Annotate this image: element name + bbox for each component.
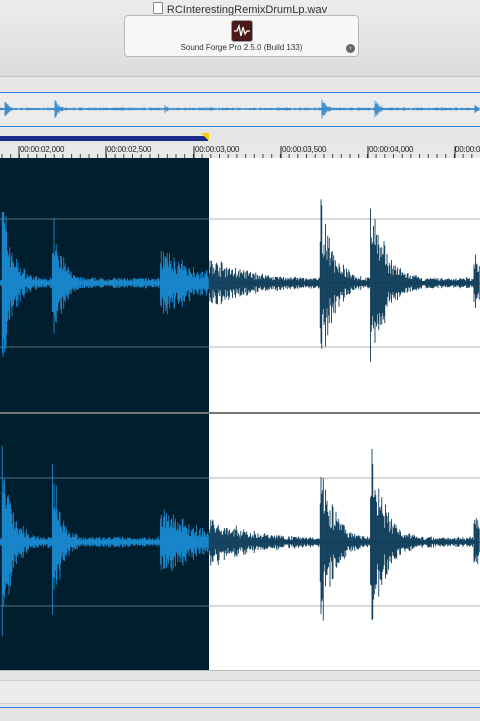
- channel-separator: [0, 412, 480, 414]
- bottom-divider: [0, 707, 480, 708]
- channel-left-waveform: [0, 199, 480, 362]
- ruler-label: 00:00:03,500: [282, 145, 327, 154]
- sound-forge-icon: [231, 20, 253, 42]
- overview-waveform-graphic: [0, 99, 480, 119]
- selection-range-bar[interactable]: [0, 136, 208, 141]
- ruler-label: 00:00:04,000: [369, 145, 414, 154]
- ruler-label: 00:00:03,000: [195, 145, 240, 154]
- ruler-label: 00:00:02,000: [20, 145, 65, 154]
- document-icon: [152, 2, 163, 14]
- overview-waveform[interactable]: [0, 92, 480, 127]
- status-panel: Sound Forge Pro 2.5.0 (Build 133) ›: [124, 15, 359, 57]
- ruler-label: 00:00:0: [455, 145, 480, 154]
- waveform-channels: [0, 199, 480, 637]
- horizontal-scrollbar[interactable]: [0, 680, 480, 704]
- channel-right-waveform: [0, 445, 480, 637]
- app-status-text: Sound Forge Pro 2.5.0 (Build 133): [180, 43, 303, 52]
- arrow-right-circle-icon[interactable]: ›: [346, 44, 355, 53]
- window-title: RCInterestingRemixDrumLp.wav: [0, 2, 480, 16]
- time-ruler[interactable]: 00:00:02,000 00:00:02,500 00:00:03,000 0…: [0, 144, 480, 159]
- ruler-label: 00:00:02,500: [107, 145, 152, 154]
- waveform-editor[interactable]: [0, 158, 480, 670]
- title-bar: RCInterestingRemixDrumLp.wav Sound Forge…: [0, 0, 480, 77]
